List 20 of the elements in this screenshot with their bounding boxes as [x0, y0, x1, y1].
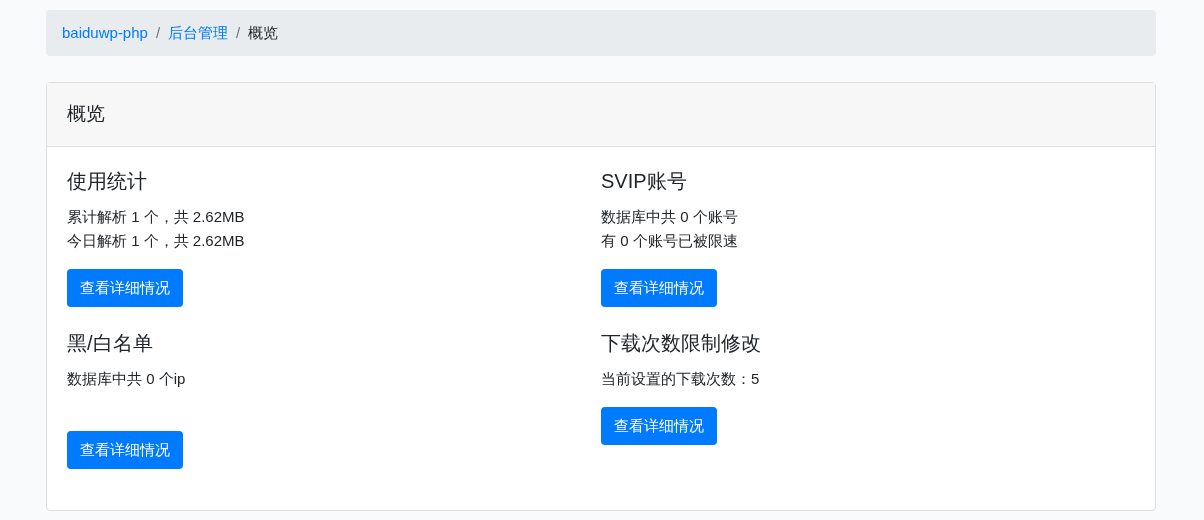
stat-text: 今日解析 1 个，共 2.62MB: [67, 231, 246, 251]
stat-text: 当前设置的下载次数：5: [601, 369, 761, 389]
breadcrumb-separator: /: [235, 22, 242, 43]
section-title: 下载次数限制修改: [601, 331, 762, 356]
details-button[interactable]: 查看详细情况: [601, 269, 717, 307]
breadcrumb-current: 概览: [248, 22, 279, 43]
section-title: 黑/白名单: [67, 331, 154, 356]
stat-text: 数据库中共 0 个ip: [67, 369, 187, 389]
section-title: 使用统计: [67, 169, 148, 194]
breadcrumb-separator: /: [154, 22, 162, 43]
stat-text: 数据库中共 0 个账号: [601, 207, 739, 227]
stat-text: 累计解析 1 个，共 2.62MB: [67, 207, 246, 227]
stat-text: 有 0 个账号已被限速: [601, 231, 739, 251]
details-button[interactable]: 查看详细情况: [67, 431, 183, 469]
details-button[interactable]: 查看详细情况: [67, 269, 183, 307]
details-button[interactable]: 查看详细情况: [601, 407, 717, 445]
card-title: 概览: [67, 102, 105, 127]
section-title: SVIP账号: [601, 169, 688, 194]
breadcrumb-link[interactable]: 后台管理: [168, 21, 229, 45]
breadcrumb-link[interactable]: baiduwp-php: [62, 21, 148, 45]
